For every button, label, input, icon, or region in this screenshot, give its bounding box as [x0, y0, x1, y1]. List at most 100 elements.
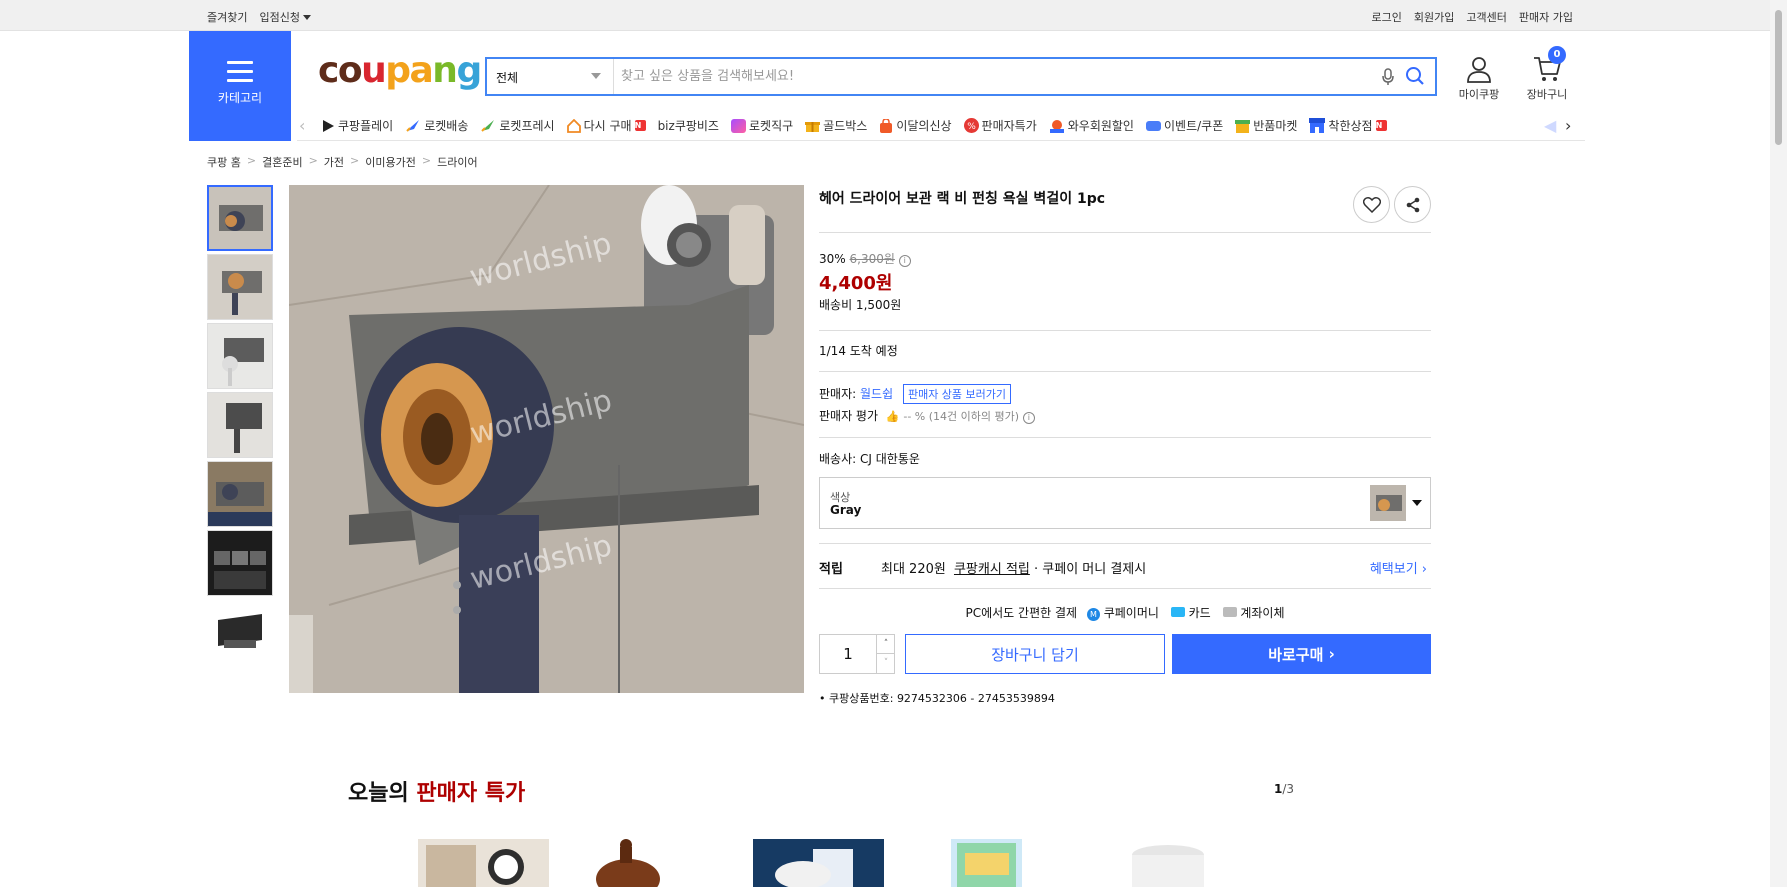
quick-nav-label: biz쿠팡비즈 [657, 119, 719, 133]
quick-nav-coupang-play[interactable]: 쿠팡플레이 [321, 117, 393, 134]
thumbnail-6[interactable] [207, 530, 273, 596]
quick-nav-label: 이달의신상 [896, 119, 952, 133]
thumbnail-1[interactable] [207, 185, 273, 251]
search-icon[interactable] [1405, 66, 1425, 90]
seller-link[interactable]: 월드쉽 [860, 387, 893, 401]
reward-link[interactable]: 쿠팡캐시 적립 [954, 562, 1030, 577]
shopping-bag-icon [880, 118, 893, 133]
quick-nav-label: 로켓프레시 [499, 119, 555, 133]
quick-nav-label: 판매자특가 [981, 119, 1037, 133]
seller-deals-highlight: 판매자 특가 [416, 781, 526, 806]
reward-amount: 최대 220원 [881, 562, 946, 577]
deal-product-2[interactable] [586, 839, 666, 887]
thumbnail-4[interactable] [207, 392, 273, 458]
seller-products-button[interactable]: 판매자 상품 보러가기 [902, 384, 1012, 404]
divider [819, 437, 1431, 438]
category-label: 카테고리 [217, 91, 263, 105]
breadcrumb-home[interactable]: 쿠팡 홈 [207, 154, 241, 170]
seller-row: 판매자: 월드쉽 판매자 상품 보러가기 [819, 384, 1431, 404]
quick-nav-label: 다시 구매 [583, 119, 632, 133]
chevron-left-icon[interactable]: ‹ [299, 116, 305, 135]
quick-nav-rocket-fresh[interactable]: 로켓프레시 [480, 117, 555, 134]
cart-count-badge: 0 [1548, 46, 1566, 64]
deal-product-1[interactable] [418, 839, 549, 887]
user-icon [1467, 57, 1491, 83]
quantity-decrease-button[interactable]: ˅ [876, 654, 895, 673]
card-label: 카드 [1188, 606, 1211, 620]
scrollbar-thumb[interactable] [1775, 10, 1782, 145]
quantity-increase-button[interactable]: ˄ [876, 635, 895, 654]
product-number-label: 쿠팡상품번호: [829, 692, 894, 705]
quick-nav-rocket-delivery[interactable]: 로켓배송 [405, 117, 468, 134]
seller-signup-link[interactable]: 판매자 가입 [1519, 9, 1573, 25]
deal-product-5[interactable] [1118, 839, 1219, 887]
deal-product-3[interactable] [753, 839, 884, 887]
breadcrumb-beauty-appliance[interactable]: 이미용가전 [365, 154, 416, 170]
option-value: Gray [830, 503, 862, 517]
my-coupang-button[interactable]: 마이쿠팡 [1452, 55, 1506, 102]
quick-nav-events[interactable]: 이벤트/쿠폰 [1145, 117, 1223, 134]
chevron-right-icon[interactable]: › [1565, 116, 1571, 135]
breadcrumb-appliance[interactable]: 가전 [324, 154, 344, 170]
buy-now-button[interactable]: 바로구매 › [1172, 634, 1431, 674]
quick-nav-good-store[interactable]: 착한상점 N [1309, 117, 1387, 134]
favorite-button[interactable] [1353, 186, 1390, 223]
courier-label: 배송사: [819, 452, 857, 466]
thumbnail-7[interactable] [207, 599, 273, 665]
page-scrollbar[interactable] [1770, 0, 1787, 887]
card-icon [1170, 607, 1185, 617]
thumbnail-list [207, 185, 273, 668]
quick-nav-rocket-global[interactable]: 로켓직구 [730, 117, 794, 134]
quick-nav-return-market[interactable]: 반품마켓 [1235, 117, 1297, 134]
breadcrumb-wedding[interactable]: 결혼준비 [262, 154, 302, 170]
thumbnail-5[interactable] [207, 461, 273, 527]
quick-nav-rebuy[interactable]: 다시 구매 N [566, 117, 646, 134]
quick-nav-seller-deals[interactable]: % 판매자특가 [963, 117, 1037, 134]
quick-nav-new-items[interactable]: 이달의신상 [879, 117, 952, 134]
benefit-button[interactable]: 혜택보기 › [1370, 558, 1427, 577]
quick-nav-wow-discount[interactable]: 와우회원할인 [1049, 117, 1134, 134]
microphone-icon[interactable] [1381, 68, 1395, 90]
chevron-down-icon [591, 73, 601, 79]
seller-apply-label: 입점신청 [259, 11, 300, 24]
seller-rating-label: 판매자 평가 [819, 409, 879, 423]
coupay-money-label: 쿠페이머니 [1103, 606, 1159, 620]
deal-product-4[interactable] [951, 839, 1022, 887]
wow-icon [1049, 119, 1064, 133]
chevron-left-icon[interactable]: ◀ [1544, 116, 1556, 135]
breadcrumb: 쿠팡 홈 > 결혼준비 > 가전 > 이미용가전 > 드라이어 [207, 154, 478, 170]
gift-box-icon [805, 121, 821, 132]
quantity-stepper: 1 ˄ ˅ [819, 634, 895, 674]
share-button[interactable] [1394, 186, 1431, 223]
coupang-logo[interactable]: coupang [318, 50, 482, 91]
quick-nav-biz[interactable]: biz쿠팡비즈 [658, 117, 719, 134]
add-to-cart-button[interactable]: 장바구니 담기 [905, 634, 1165, 674]
info-icon[interactable]: i [1022, 412, 1035, 424]
color-option-select[interactable]: 색상 Gray [819, 477, 1431, 529]
quick-nav-label: 로켓직구 [748, 119, 794, 133]
breadcrumb-dryer[interactable]: 드라이어 [437, 154, 477, 170]
quick-nav-goldbox[interactable]: 골드박스 [805, 117, 867, 134]
seller-apply-dropdown[interactable]: 입점신청 [259, 9, 311, 25]
easy-pay-row: PC에서도 간편한 결제 M 쿠페이머니 카드 계좌이체 [819, 604, 1431, 621]
login-link[interactable]: 로그인 [1372, 9, 1402, 25]
reward-tail: · 쿠페이 머니 결제시 [1034, 562, 1147, 577]
discount-row: 30% 6,300원 i [819, 250, 1431, 267]
customer-center-link[interactable]: 고객센터 [1466, 9, 1506, 25]
signup-link[interactable]: 회원가입 [1414, 9, 1454, 25]
thumbnail-2[interactable] [207, 254, 273, 320]
option-thumbnail [1370, 485, 1406, 521]
search-input[interactable] [621, 59, 1371, 94]
thumbnail-3[interactable] [207, 323, 273, 389]
info-icon[interactable]: i [898, 255, 911, 267]
my-coupang-label: 마이쿠팡 [1458, 88, 1500, 101]
courier-name: CJ 대한통운 [860, 452, 920, 466]
product-main-image[interactable]: worldship worldship worldship [289, 185, 804, 693]
bookmark-link[interactable]: 즐겨찾기 [207, 9, 247, 25]
cart-button[interactable]: 장바구니 0 [1520, 46, 1574, 102]
add-to-cart-label: 장바구니 담기 [991, 645, 1079, 664]
bank-transfer-label: 계좌이체 [1240, 606, 1285, 620]
category-button[interactable]: 카테고리 [189, 31, 291, 141]
quantity-value[interactable]: 1 [820, 635, 876, 673]
search-scope-select[interactable]: 전체 [487, 59, 614, 94]
